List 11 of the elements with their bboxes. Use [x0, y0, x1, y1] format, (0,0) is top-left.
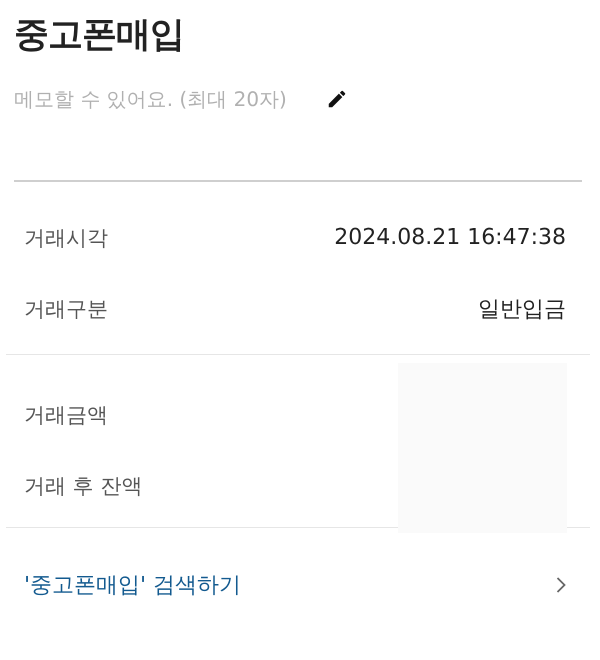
detail-label: 거래구분: [24, 296, 108, 322]
amount-label: 거래 후 잔액: [24, 472, 142, 500]
chevron-right-icon: [556, 576, 566, 594]
page-title: 중고폰매입: [14, 14, 185, 57]
search-link[interactable]: '중고폰매입' 검색하기: [0, 528, 600, 642]
detail-label: 거래시각: [24, 224, 108, 252]
memo-field[interactable]: 메모할 수 있어요. (최대 20자): [14, 87, 314, 111]
detail-value: 일반입금: [478, 296, 566, 324]
pencil-icon[interactable]: [326, 88, 348, 110]
detail-value: 2024.08.21 16:47:38: [334, 225, 566, 250]
amount-label: 거래금액: [24, 402, 108, 428]
